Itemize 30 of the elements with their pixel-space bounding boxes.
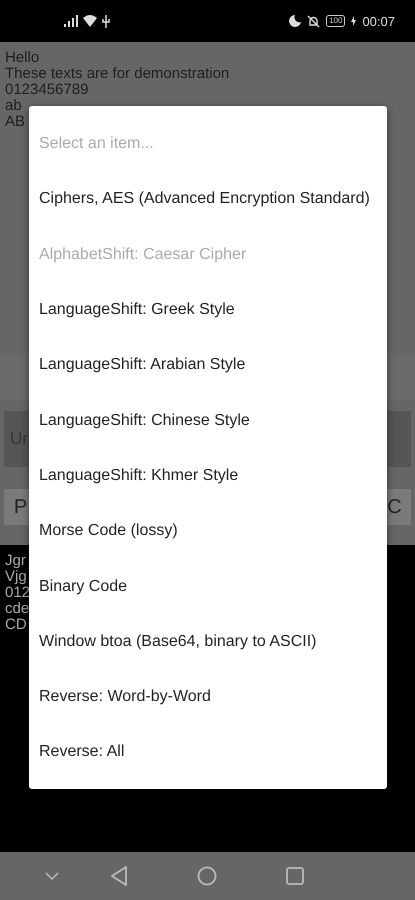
demo-text: ab <box>5 98 22 114</box>
usb-icon <box>102 14 110 28</box>
list-item[interactable]: Ciphers, AES (Advanced Encryption Standard) <box>29 171 387 227</box>
output-text: Jgr <box>5 553 26 569</box>
moon-icon <box>289 15 302 27</box>
output-text: 012 <box>5 585 30 601</box>
list-item[interactable]: Reverse: Word-by-Word <box>29 668 387 724</box>
output-text: CD <box>5 617 27 633</box>
charging-icon <box>351 16 356 26</box>
signal-icon <box>64 15 78 27</box>
demo-text: 0123456789 <box>5 82 88 98</box>
list-item[interactable]: LanguageShift: Chinese Style <box>29 392 387 448</box>
list-item[interactable]: LanguageShift: Arabian Style <box>29 337 387 392</box>
demo-text: AB <box>5 114 26 130</box>
list-item[interactable]: Binary Code <box>29 558 387 614</box>
demo-text: Hello <box>5 50 40 66</box>
demo-text: These texts are for demonstration <box>5 66 230 82</box>
list-item[interactable]: Reverse: All <box>29 724 387 780</box>
battery-icon: 100 <box>326 15 346 27</box>
list-item[interactable]: Window btoa (Base64, binary to ASCII) <box>29 614 387 669</box>
output-text: Vjg <box>5 569 27 585</box>
back-icon[interactable] <box>110 866 128 886</box>
bell-off-icon <box>307 14 320 28</box>
output-text: cde <box>5 601 30 617</box>
wifi-icon <box>83 15 97 27</box>
list-item[interactable]: LanguageShift: Greek Style <box>29 282 387 338</box>
clock-time: 00:07 <box>362 14 395 28</box>
collapse-icon[interactable] <box>45 872 59 880</box>
recents-icon[interactable] <box>286 867 304 885</box>
home-icon[interactable] <box>197 866 217 886</box>
